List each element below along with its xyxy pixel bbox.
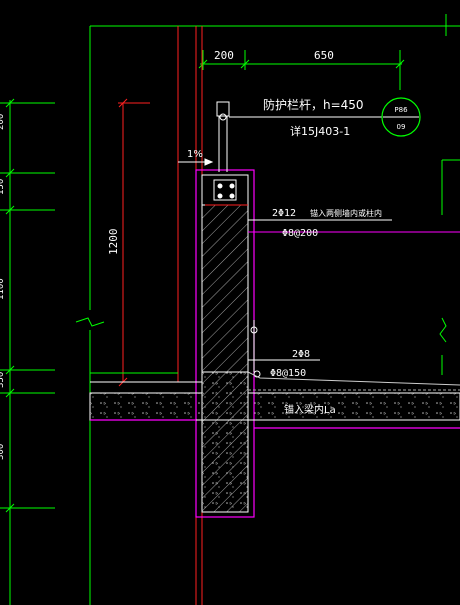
anchor-note: 锚入梁内La [284,403,336,416]
left-dimension-chain [0,98,55,605]
section-lines [122,26,203,605]
callout-top: P86 [394,106,408,114]
left-tick-4: 350 [0,372,6,388]
left-dimension-labels: 200 150 1100 350 300 [0,114,6,460]
section-drawing: 200 150 1100 350 300 200 650 1200 1% 防护栏… [0,14,460,605]
dim-wall-height: 1200 [107,229,120,256]
detail-reference: 详15J403-1 [290,124,350,138]
mid-stirrup-label: Φ8@150 [270,368,306,379]
top-rebar-note: 锚入两侧墙内或柱内 [310,208,382,218]
floor-slab [89,372,460,429]
detail-callout[interactable]: P86 09 [381,97,421,137]
dim-right-width: 650 [314,49,334,62]
left-tick-3: 1100 [0,278,6,300]
dim-left-width: 200 [214,49,234,62]
right-elements [439,159,460,375]
parapet-wall [195,169,255,518]
top-rebar-label: 2Φ12 [272,208,296,219]
top-stirrup-label: Φ8@200 [282,228,318,239]
cad-drawing-canvas: 200 150 1100 350 300 200 650 1200 1% 防护栏… [0,0,460,605]
break-mark [75,317,105,327]
mid-rebar [247,320,460,391]
left-tick-1: 200 [0,114,6,130]
slope-label: 1% [187,149,203,160]
guardrail-label: 防护栏杆，h=450 [263,97,364,112]
left-tick-5: 300 [0,444,6,460]
mid-rebar-label: 2Φ8 [292,349,310,360]
left-tick-2: 150 [0,179,6,195]
wall-height-dimension [118,98,196,387]
callout-bottom: 09 [397,123,406,131]
